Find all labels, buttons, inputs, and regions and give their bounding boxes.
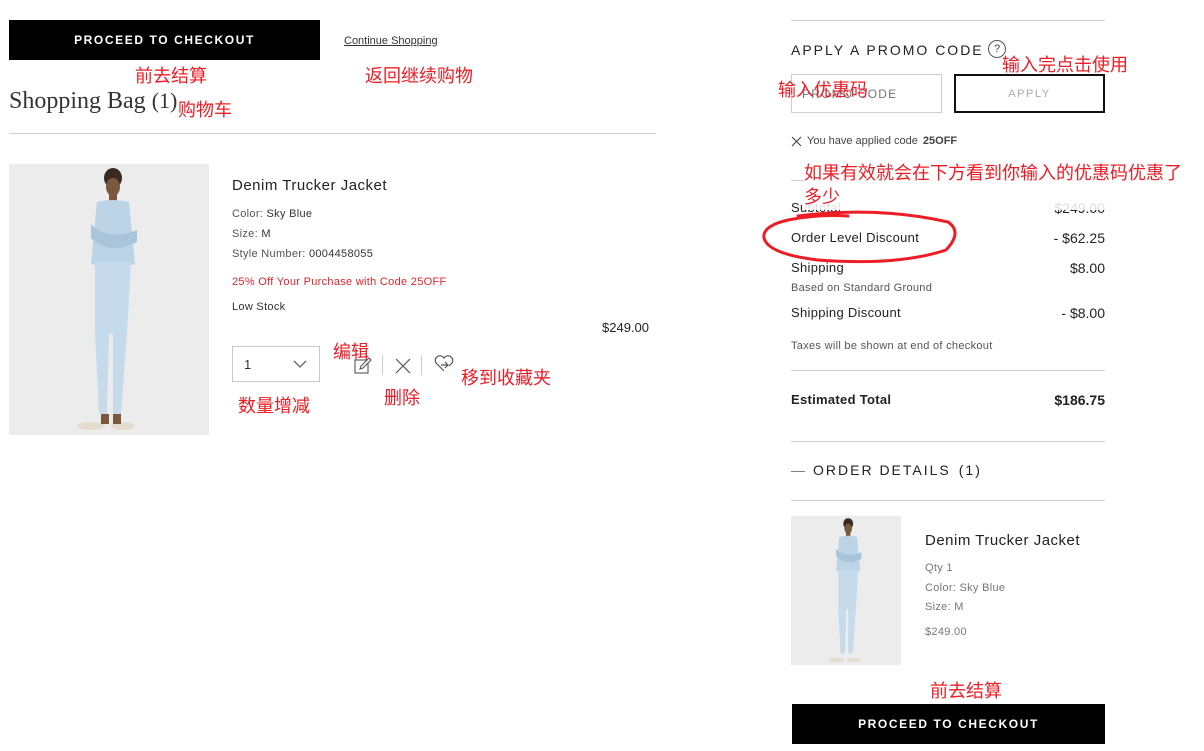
- stock-status: Low Stock: [232, 301, 286, 313]
- total-value: $186.75: [1054, 392, 1105, 408]
- order-item-name: Denim Trucker Jacket: [925, 532, 1081, 549]
- promo-heading: APPLY A PROMO CODE: [791, 42, 984, 58]
- applied-code-message: You have applied code 25OFF: [791, 135, 957, 147]
- bag-title: Shopping Bag: [9, 88, 146, 114]
- quantity-select[interactable]: 1: [232, 346, 320, 382]
- annotation-checkout-bottom: 前去结算: [930, 681, 1002, 702]
- product-name[interactable]: Denim Trucker Jacket: [232, 177, 387, 194]
- annotation-edit: 编辑: [333, 342, 369, 363]
- order-details-bottom-divider: [791, 500, 1105, 501]
- remove-code-icon[interactable]: [791, 136, 802, 147]
- delete-button[interactable]: [392, 355, 414, 377]
- shipping-value: $8.00: [1069, 260, 1105, 276]
- annotation-favorite: 移到收藏夹: [461, 368, 551, 389]
- promo-top-divider: [791, 20, 1105, 21]
- order-details-top-divider: [791, 441, 1105, 442]
- action-divider-2: [421, 355, 422, 375]
- apply-promo-button[interactable]: APPLY: [954, 74, 1105, 113]
- annotation-quantity: 数量增减: [238, 396, 310, 417]
- order-item-price: $249.00: [925, 626, 967, 638]
- order-details-heading: ORDER DETAILS: [813, 462, 951, 478]
- model-figure-thumb: [791, 516, 901, 665]
- order-item-qty: Qty 1: [925, 562, 953, 574]
- proceed-to-checkout-button-bottom[interactable]: PROCEED TO CHECKOUT: [792, 704, 1105, 744]
- annotation-bag: 购物车: [178, 100, 232, 121]
- shipping-method: Based on Standard Ground: [791, 282, 933, 294]
- heart-move-icon: [434, 355, 454, 372]
- close-icon: [395, 358, 411, 374]
- move-to-favorites-button[interactable]: [432, 353, 456, 375]
- bag-divider: [9, 133, 656, 134]
- continue-shopping-link[interactable]: Continue Shopping: [344, 35, 438, 47]
- size-label: Size:: [232, 228, 258, 240]
- annotation-discount-hint: 如果有效就会在下方看到你输入的优惠码优惠了多少: [804, 162, 1194, 210]
- order-item-image: [791, 516, 901, 665]
- annotation-checkout-top: 前去结算: [135, 66, 207, 87]
- annotation-delete: 删除: [384, 388, 420, 409]
- collapse-icon: —: [791, 462, 805, 478]
- total-divider: [791, 370, 1105, 371]
- style-value: 0004458055: [308, 248, 374, 260]
- shipping-label: Shipping: [791, 260, 844, 275]
- color-label: Color:: [232, 208, 264, 220]
- total-label: Estimated Total: [791, 392, 892, 407]
- highlight-circle: [762, 210, 957, 264]
- action-divider-1: [382, 355, 383, 375]
- applied-code-prefix: You have applied code: [807, 135, 918, 147]
- order-item-color: Color: Sky Blue: [925, 582, 1006, 594]
- order-details-toggle[interactable]: — ORDER DETAILS (1): [791, 462, 982, 478]
- proceed-to-checkout-button-top[interactable]: PROCEED TO CHECKOUT: [9, 20, 320, 60]
- order-details-count: (1): [958, 462, 982, 478]
- annotation-apply-hint: 输入完点击使用: [1002, 55, 1128, 76]
- tax-note: Taxes will be shown at end of checkout: [791, 340, 993, 352]
- model-figure-image: [9, 164, 209, 435]
- promo-message: 25% Off Your Purchase with Code 25OFF: [232, 276, 447, 288]
- product-color: Color: Sky Blue: [232, 208, 312, 220]
- shipping-discount-value: - $8.00: [1061, 305, 1105, 321]
- bag-count: (1): [151, 88, 178, 113]
- applied-code-value: 25OFF: [922, 135, 958, 147]
- product-size: Size: M: [232, 228, 271, 240]
- shipping-discount-label: Shipping Discount: [791, 305, 901, 320]
- chevron-down-icon: [293, 360, 307, 368]
- page-title: Shopping Bag (1): [9, 88, 177, 115]
- product-image[interactable]: [9, 164, 209, 435]
- product-style-number: Style Number: 0004458055: [232, 248, 373, 260]
- quantity-value: 1: [244, 357, 252, 372]
- annotation-continue-shopping: 返回继续购物: [365, 66, 473, 87]
- annotation-enter-code: 输入优惠码: [778, 80, 868, 101]
- order-discount-value: - $62.25: [1053, 230, 1105, 246]
- size-value: M: [261, 228, 271, 240]
- product-price: $249.00: [602, 320, 649, 335]
- color-value: Sky Blue: [266, 208, 313, 220]
- order-item-size: Size: M: [925, 601, 964, 613]
- style-label: Style Number:: [232, 248, 306, 260]
